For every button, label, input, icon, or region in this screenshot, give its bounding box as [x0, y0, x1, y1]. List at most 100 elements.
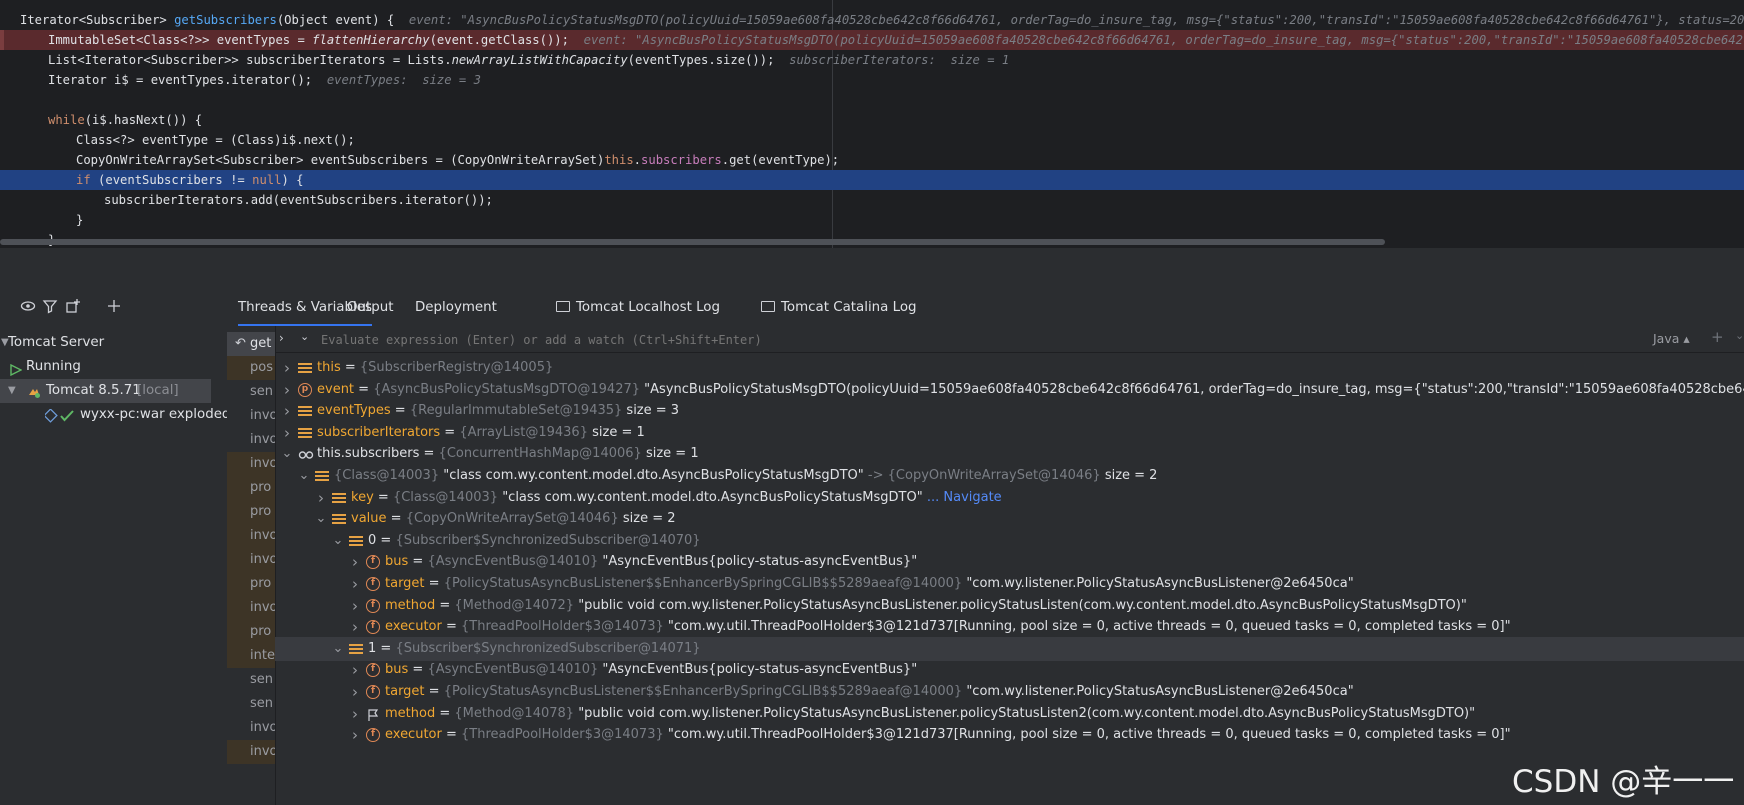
code-line[interactable]: List<Iterator<Subscriber>> subscriberIte…	[0, 50, 1744, 70]
chevron-down-icon[interactable]: ⌄	[300, 330, 309, 343]
variable-name: method	[385, 597, 436, 613]
stack-frame[interactable]: invo	[227, 716, 275, 740]
inline-value-hint: event: "AsyncBusPolicyStatusMsgDTO(polic…	[583, 33, 1744, 47]
chevron-down-icon[interactable]: ⌄	[332, 637, 344, 661]
chevron-right-icon[interactable]: ›	[349, 658, 361, 682]
variable-row[interactable]: › p event = {AsyncBusPolicyStatusMsgDTO@19…	[275, 378, 1744, 402]
stack-frame[interactable]: invo	[227, 524, 275, 548]
variable-name: value	[351, 511, 387, 527]
chevron-down-icon[interactable]: ⌄	[332, 529, 344, 553]
service-artifact[interactable]: wyxx-pc:war exploded	[0, 403, 230, 427]
evaluate-bar: › ⌄ Java ▴ + ⌄	[275, 326, 1744, 353]
variable-type: {RegularImmutableSet@19435}	[409, 403, 623, 419]
tab-output[interactable]: Output	[347, 290, 394, 326]
code-line[interactable]: if (eventSubscribers != null) {	[0, 170, 1744, 190]
stack-frame[interactable]: invo	[227, 548, 275, 572]
stack-frame[interactable]: pro	[227, 620, 275, 644]
code-line[interactable]: }	[0, 210, 1744, 230]
variable-row[interactable]: › f method = {Method@14072} "public void c…	[275, 594, 1744, 618]
stack-frame[interactable]: sen	[227, 380, 275, 404]
chevron-right-icon[interactable]: ›	[315, 486, 327, 510]
variable-row[interactable]: › this = {SubscriberRegistry@14005}	[275, 356, 1744, 380]
stack-frame[interactable]: invo	[227, 596, 275, 620]
chevron-down-icon[interactable]: ⌄	[315, 507, 327, 531]
chevron-right-icon[interactable]: ›	[349, 615, 361, 639]
array-icon	[332, 512, 346, 526]
tab-tomcat-catalina-log[interactable]: Tomcat Catalina Log	[761, 290, 917, 326]
variable-text: target = {PolicyStatusAsyncBusListener$$…	[385, 684, 1354, 699]
variable-row[interactable]: › f executor = {ThreadPoolHolder$3@14073} …	[275, 615, 1744, 639]
chevron-down-icon[interactable]: ⌄	[298, 464, 310, 488]
variable-row[interactable]: ⌄ 1 = {Subscriber$SynchronizedSubscriber@…	[275, 636, 1744, 661]
code-line[interactable]: Class<?> eventType = (Class)i$.next();	[0, 130, 1744, 150]
stack-frame[interactable]: invo	[227, 404, 275, 428]
variable-row[interactable]: › method = {Method@14078} "public void co…	[275, 702, 1744, 726]
service-tomcat-instance[interactable]: ▼ Tomcat 8.5.71 [local]	[0, 379, 211, 403]
stack-frame[interactable]: pro	[227, 500, 275, 524]
code-line[interactable]: Iterator i$ = eventTypes.iterator(); eve…	[0, 70, 1744, 90]
variable-row[interactable]: › f executor = {ThreadPoolHolder$3@14073} …	[275, 723, 1744, 747]
variable-row[interactable]: › f target = {PolicyStatusAsyncBusListener…	[275, 572, 1744, 596]
chevron-right-icon[interactable]: ›	[349, 680, 361, 704]
stack-frame[interactable]: ↶ get	[227, 332, 275, 356]
frame-label: inte	[250, 648, 275, 663]
filter-icon[interactable]	[40, 298, 60, 318]
array-icon	[298, 361, 312, 375]
chevron-right-icon[interactable]: ›	[349, 572, 361, 596]
chevron-right-icon[interactable]: ›	[281, 356, 293, 380]
chevron-right-icon[interactable]: ›	[279, 331, 284, 345]
stack-frame[interactable]: pro	[227, 476, 275, 500]
code-line[interactable]: while(i$.hasNext()) {	[0, 110, 1744, 130]
variable-name: target	[385, 684, 425, 699]
service-tomcat-server[interactable]: ▼ Tomcat Server	[0, 331, 227, 355]
code-line[interactable]: ImmutableSet<Class<?>> eventTypes = flat…	[0, 30, 1744, 50]
chevron-down-icon[interactable]: ⌄	[1735, 329, 1744, 342]
language-selector[interactable]: Java ▴	[1653, 331, 1690, 346]
eye-icon[interactable]	[18, 298, 38, 318]
chevron-right-icon[interactable]: ›	[349, 723, 361, 747]
code-editor[interactable]: Iterator<Subscriber> getSubscribers(Obje…	[0, 0, 1744, 248]
variable-row[interactable]: › f target = {PolicyStatusAsyncBusListener…	[275, 680, 1744, 704]
code-token: (eventSubscribers !=	[90, 173, 253, 187]
variable-row[interactable]: › f bus = {AsyncEventBus@14010} "AsyncEven…	[275, 550, 1744, 574]
add-icon[interactable]	[104, 298, 124, 318]
variable-row[interactable]: › subscriberIterators = {ArrayList@19436}…	[275, 421, 1744, 445]
variable-link[interactable]: ... Navigate	[927, 490, 1002, 505]
add-watch-icon[interactable]: +	[1711, 328, 1724, 346]
code-line[interactable]: subscriberIterators.add(eventSubscribers…	[0, 190, 1744, 210]
chevron-right-icon[interactable]: ›	[349, 702, 361, 726]
panel-divider[interactable]	[0, 248, 1744, 290]
variable-row[interactable]: ⌄ 0 = {Subscriber$SynchronizedSubscriber@…	[275, 529, 1744, 553]
stack-frame[interactable]: invo	[227, 428, 275, 452]
code-line[interactable]	[0, 90, 1744, 110]
evaluate-input[interactable]	[319, 329, 1423, 351]
chevron-right-icon[interactable]: ›	[349, 550, 361, 574]
variable-row[interactable]: ⌄ {Class@14003} "class com.wy.content.mod…	[275, 464, 1744, 488]
chevron-right-icon[interactable]: ›	[281, 399, 293, 423]
chevron-right-icon[interactable]: ›	[281, 378, 293, 402]
tab-deployment[interactable]: Deployment	[415, 290, 497, 326]
field-icon: f	[366, 598, 380, 613]
stack-frame[interactable]: invo	[227, 452, 275, 476]
stack-frame[interactable]: sen	[227, 692, 275, 716]
tab-tomcat-localhost-log[interactable]: Tomcat Localhost Log	[556, 290, 720, 326]
code-line[interactable]: CopyOnWriteArraySet<Subscriber> eventSub…	[0, 150, 1744, 170]
stack-frame[interactable]: invo	[227, 740, 275, 764]
service-running[interactable]: Running	[0, 355, 227, 379]
chevron-right-icon[interactable]: ›	[349, 594, 361, 618]
chevron-down-icon[interactable]: ⌄	[281, 442, 293, 466]
variable-row[interactable]: ⌄ this.subscribers = {ConcurrentHashMap@1…	[275, 442, 1744, 466]
stack-frame[interactable]: pos	[227, 356, 275, 380]
code-line[interactable]: Iterator<Subscriber> getSubscribers(Obje…	[0, 10, 1744, 30]
stack-frame[interactable]: inte	[227, 644, 275, 668]
chevron-right-icon[interactable]: ›	[281, 421, 293, 445]
stack-frame[interactable]: pro	[227, 572, 275, 596]
variable-row[interactable]: ⌄ value = {CopyOnWriteArraySet@14046} siz…	[275, 507, 1744, 531]
tomcat-icon	[27, 384, 41, 398]
new-tab-icon[interactable]	[63, 298, 83, 318]
stack-frame[interactable]: sen	[227, 668, 275, 692]
variable-row[interactable]: › key = {Class@14003} "class com.wy.conte…	[275, 486, 1744, 510]
variable-row[interactable]: › eventTypes = {RegularImmutableSet@19435…	[275, 399, 1744, 423]
variable-row[interactable]: › f bus = {AsyncEventBus@14010} "AsyncEven…	[275, 658, 1744, 682]
editor-horizontal-scrollbar[interactable]	[0, 239, 1385, 245]
